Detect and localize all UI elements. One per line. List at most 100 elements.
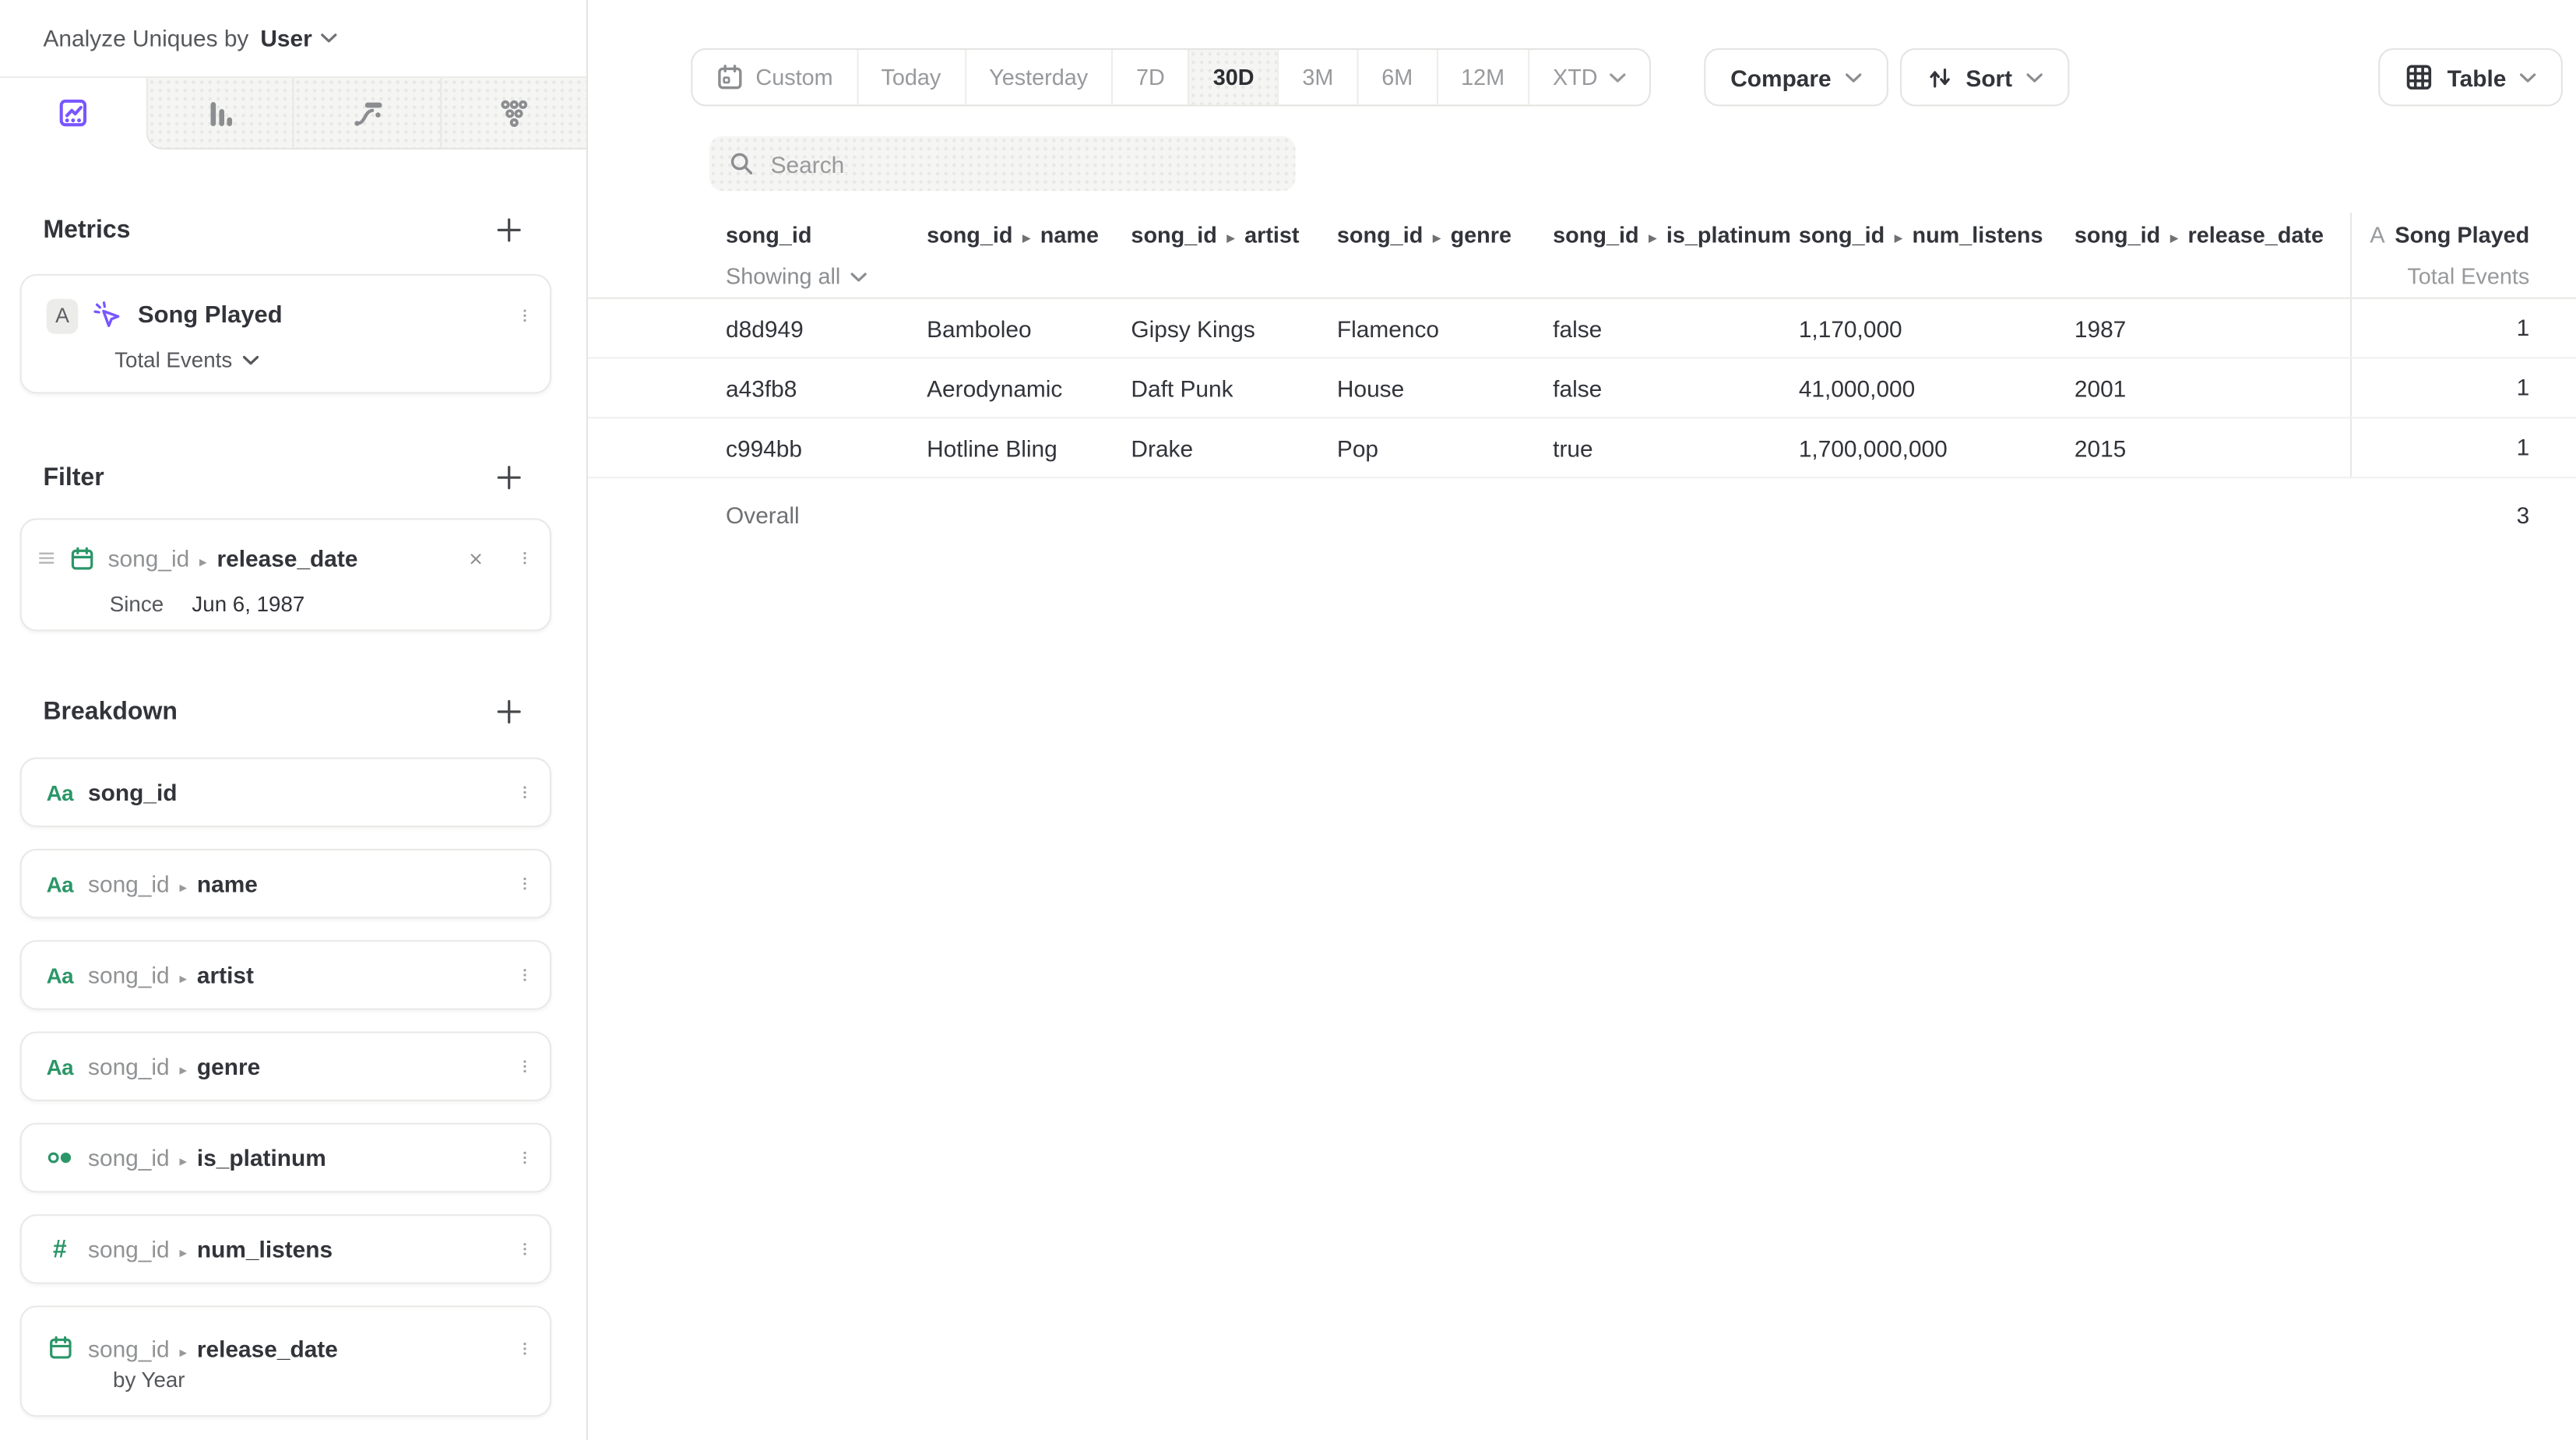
column-header[interactable]: song_id num_listens [1799, 222, 2075, 247]
column-header[interactable]: song_id genre [1337, 222, 1553, 247]
kebab-menu-icon[interactable] [522, 1053, 529, 1079]
metric-name: Song Played [2395, 222, 2529, 247]
subproperty-name: genre [197, 1053, 260, 1079]
tab-line-chart[interactable] [0, 78, 146, 150]
breakdown-card[interactable]: Aa song_id [20, 758, 551, 828]
filter-property-row: song_id release_date [38, 540, 528, 576]
date-range-label: XTD [1553, 65, 1598, 90]
subproperty-name: name [1040, 222, 1099, 247]
aggregation-dropdown[interactable]: Total Events [114, 347, 528, 372]
subproperty-name: release_date [2188, 222, 2324, 247]
date-range-segment[interactable]: 7D [1111, 50, 1188, 104]
tab-bar-chart[interactable] [146, 78, 293, 150]
compare-label: Compare [1730, 64, 1831, 90]
breakdown-card[interactable]: Aa song_id genre [20, 1031, 551, 1101]
showing-all-dropdown[interactable]: Showing all [726, 264, 2350, 289]
tab-grid-dots[interactable] [439, 78, 586, 150]
tab-flow[interactable] [292, 78, 439, 150]
kebab-menu-icon[interactable] [522, 302, 529, 329]
path-separator [1022, 222, 1030, 247]
subproperty-name: num_listens [197, 1236, 333, 1262]
date-range-segment[interactable]: Custom [692, 50, 856, 104]
cell-num-listens: 1,700,000,000 [1799, 435, 2075, 461]
breakdown-card[interactable]: Aa song_id artist [20, 940, 551, 1010]
property-name: song_id [1131, 222, 1216, 247]
column-header[interactable]: song_id name [927, 222, 1131, 247]
cell-artist: Gipsy Kings [1131, 315, 1336, 341]
search-input[interactable] [771, 150, 1276, 177]
column-header[interactable]: song_id release_date [2075, 222, 2350, 247]
date-range-segment[interactable]: 12M [1436, 50, 1528, 104]
breakdown-property-path: song_id artist [88, 962, 254, 988]
subproperty-name: is_platinum [197, 1144, 326, 1171]
breakdown-card[interactable]: song_id release_date by Year [20, 1305, 551, 1417]
filter-value[interactable]: Jun 6, 1987 [192, 591, 304, 616]
metric-card[interactable]: A Song Played Total Events [20, 274, 551, 394]
metric-aggregation-label: Total Events [2350, 255, 2576, 297]
property-name: song_id [2075, 222, 2160, 247]
remove-filter-icon[interactable] [466, 549, 484, 567]
chevron-down-icon [2025, 72, 2042, 83]
header-subrow: Showing all Total Events [588, 255, 2576, 297]
analyze-by-dropdown[interactable]: User [260, 25, 336, 51]
drag-handle-icon[interactable] [38, 551, 55, 565]
kebab-menu-icon[interactable] [522, 545, 529, 572]
cell-artist: Drake [1131, 435, 1336, 461]
kebab-menu-icon[interactable] [522, 871, 529, 897]
column-header[interactable]: song_id artist [1131, 222, 1336, 247]
path-separator [179, 1236, 187, 1262]
column-header[interactable]: song_id is_platinum [1553, 222, 1799, 247]
path-separator [199, 545, 207, 572]
overall-row: Overall 3 [588, 478, 2576, 551]
filter-operator[interactable]: Since [110, 591, 164, 616]
breakdown-property-path: song_id is_platinum [88, 1144, 326, 1171]
toolbar: Custom Today Yesterday 7D [691, 48, 2563, 107]
date-range-segment[interactable]: 6M [1357, 50, 1436, 104]
metric-column-header[interactable]: A Song Played [2350, 213, 2576, 255]
property-name: song_id [88, 779, 177, 805]
kebab-menu-icon[interactable] [522, 962, 529, 988]
chevron-down-icon [1610, 72, 1626, 83]
compare-button[interactable]: Compare [1704, 48, 1888, 107]
cell-song-id: a43fb8 [726, 375, 927, 401]
kebab-menu-icon[interactable] [522, 1335, 529, 1361]
date-range-segment[interactable]: 3M [1277, 50, 1357, 104]
metric-row: A Song Played [47, 296, 529, 336]
table-search[interactable] [709, 136, 1296, 191]
date-range-segment[interactable]: XTD [1528, 50, 1649, 104]
kebab-menu-icon[interactable] [522, 1144, 529, 1171]
insights-report: Analyze Uniques by User Metrics [0, 0, 2576, 1440]
overall-label: Overall [726, 502, 2350, 528]
chevron-down-icon [242, 354, 259, 364]
view-type-button[interactable]: Table [2379, 48, 2563, 107]
date-range-label: 7D [1136, 65, 1165, 90]
sort-button[interactable]: Sort [1899, 48, 2069, 107]
breakdown-card[interactable]: # song_id num_listens [20, 1214, 551, 1284]
cell-is-platinum: false [1553, 315, 1799, 341]
cell-name: Aerodynamic [927, 375, 1131, 401]
column-header[interactable]: song_id [726, 222, 927, 247]
aggregation-value: Total Events [114, 347, 232, 372]
kebab-menu-icon[interactable] [522, 1236, 529, 1262]
kebab-menu-icon[interactable] [522, 779, 529, 805]
date-range-segment[interactable]: 30D [1188, 50, 1278, 104]
date-range-segment[interactable]: Today [856, 50, 964, 104]
add-breakdown-button[interactable] [493, 695, 525, 727]
add-metric-button[interactable] [493, 213, 525, 245]
breakdown-list: Aa song_id Aa [0, 758, 586, 1417]
subproperty-name: num_listens [1912, 222, 2043, 247]
breakdown-property-path: song_id num_listens [88, 1236, 333, 1262]
breakdown-card[interactable]: Aa song_id name [20, 849, 551, 919]
add-filter-button[interactable] [493, 461, 525, 493]
calendar-icon [47, 1336, 73, 1361]
cell-is-platinum: true [1553, 435, 1799, 461]
cell-name: Bamboleo [927, 315, 1131, 341]
filter-card[interactable]: song_id release_date Since Jun 6, 1987 [20, 518, 551, 631]
breakdown-modifier[interactable]: by Year [113, 1368, 528, 1391]
subproperty-name: release_date [197, 1335, 338, 1361]
analyze-label: Analyze Uniques by [43, 25, 248, 51]
filter-condition-row[interactable]: Since Jun 6, 1987 [110, 591, 528, 616]
breakdown-card[interactable]: song_id is_platinum [20, 1123, 551, 1193]
column-path: song_id release_date [2075, 222, 2350, 247]
date-range-segment[interactable]: Yesterday [964, 50, 1111, 104]
